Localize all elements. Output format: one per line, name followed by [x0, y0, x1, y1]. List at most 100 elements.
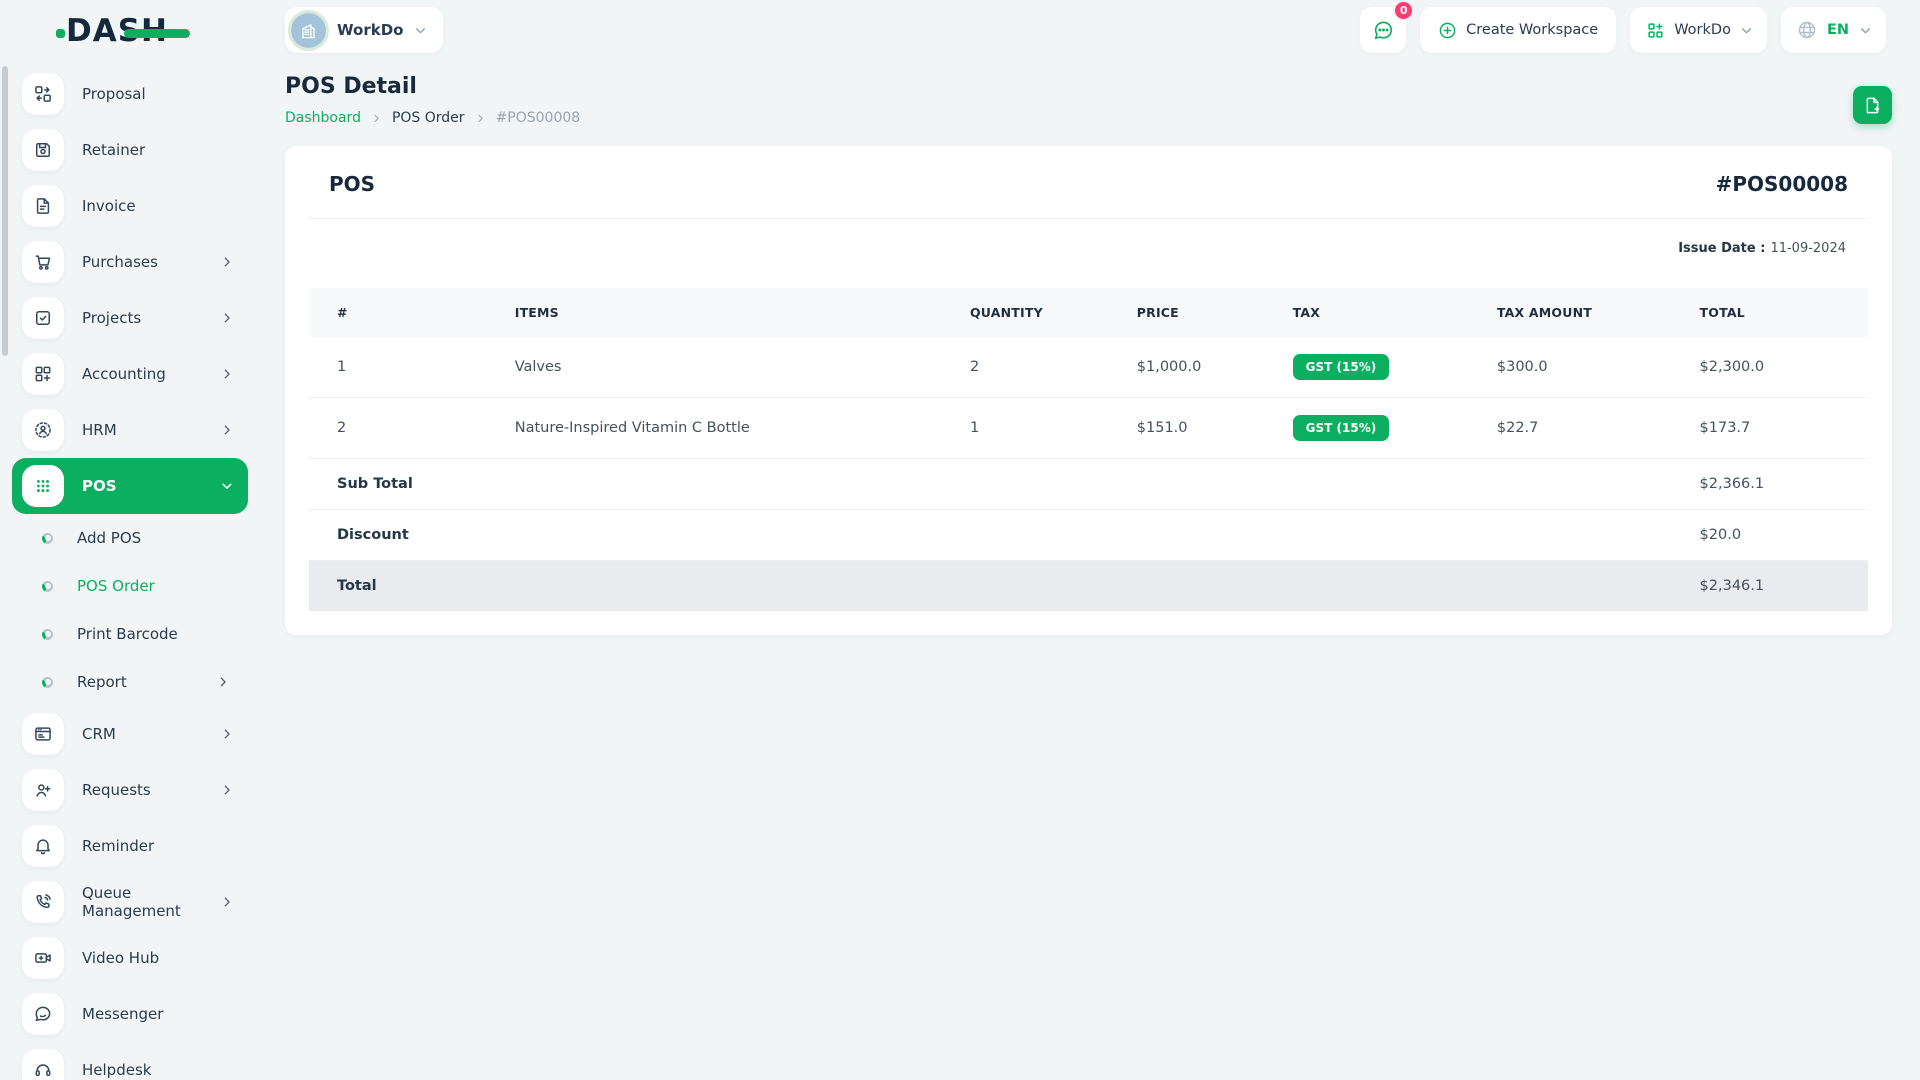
workspace-name: WorkDo [337, 21, 404, 39]
column-header-quantity: QUANTITY [941, 288, 1109, 337]
summary-label: Discount [309, 509, 1672, 561]
duplicate-pos-button[interactable] [1853, 86, 1892, 124]
topbar: WorkDo 0 Create Workspace WorkDo EN [260, 0, 1920, 60]
queue-management-icon [22, 881, 64, 923]
sidebar-item-reminder[interactable]: Reminder [12, 818, 248, 874]
column-header-price: PRICE [1108, 288, 1265, 337]
sidebar-item-label: Invoice [82, 197, 136, 215]
brand-logo[interactable]: DASH [0, 0, 260, 62]
summary-value: $2,366.1 [1671, 458, 1868, 510]
summary-value: $20.0 [1671, 509, 1868, 561]
logo-dash-icon [124, 29, 190, 38]
sidebar-item-label: Retainer [82, 141, 146, 159]
chevron-right-icon [220, 311, 234, 325]
cell-total: $173.7 [1671, 397, 1868, 459]
summary-label: Sub Total [309, 458, 1672, 510]
cell-price: $151.0 [1108, 397, 1265, 459]
sidebar-item-pos-order[interactable]: POS Order [12, 562, 248, 610]
pos-items-table: # ITEMS QUANTITY PRICE TAX TAX AMOUNT TOTAL 1V… [309, 288, 1868, 611]
sidebar-item-projects[interactable]: Projects [12, 290, 248, 346]
sidebar-item-label: POS [82, 477, 117, 495]
chevron-down-icon [220, 479, 234, 493]
chevron-right-icon [220, 895, 234, 909]
accounting-icon [22, 353, 64, 395]
sidebar-item-report[interactable]: Report [12, 658, 248, 706]
bullet-icon [42, 628, 53, 640]
workspace-selector[interactable]: WorkDo [285, 7, 444, 53]
sidebar-item-video-hub[interactable]: Video Hub [12, 930, 248, 986]
sidebar-item-label: Accounting [82, 365, 166, 383]
sidebar-item-label: Add POS [77, 529, 142, 547]
invoice-icon [22, 185, 64, 227]
sidebar-item-print-barcode[interactable]: Print Barcode [12, 610, 248, 658]
sidebar-nav: Proposal Retainer Invoice Purchases Projects… [0, 62, 260, 1080]
cell-tax: GST (15%) [1264, 397, 1469, 459]
pos-icon [22, 465, 64, 507]
sidebar-item-accounting[interactable]: Accounting [12, 346, 248, 402]
sidebar-item-add-pos[interactable]: Add POS [12, 514, 248, 562]
sidebar-item-label: Messenger [82, 1005, 164, 1023]
sidebar-item-retainer[interactable]: Retainer [12, 122, 248, 178]
sidebar-item-label: Queue Management [82, 884, 181, 920]
purchases-icon [22, 241, 64, 283]
requests-icon [22, 769, 64, 811]
page-title: POS Detail [285, 74, 417, 99]
sidebar-item-requests[interactable]: Requests [12, 762, 248, 818]
plus-circle-icon [1439, 22, 1456, 38]
sidebar-item-label: Purchases [82, 253, 158, 271]
reminder-icon [22, 825, 64, 867]
sidebar-item-pos[interactable]: POS [12, 458, 248, 514]
chevron-right-icon [220, 727, 234, 741]
cell-price: $1,000.0 [1108, 337, 1265, 398]
sidebar-item-label: Proposal [82, 85, 146, 103]
issue-date-row: Issue Date : 11-09-2024 [309, 219, 1868, 256]
language-selector[interactable]: EN [1780, 7, 1886, 53]
sidebar-item-helpdesk[interactable]: Helpdesk [12, 1042, 248, 1080]
table-row: 2 Nature-Inspired Vitamin C Bottle 1 $151.0… [309, 397, 1868, 459]
retainer-icon [22, 129, 64, 171]
issue-date-label: Issue Date : [1678, 241, 1766, 256]
sidebar-item-messenger[interactable]: Messenger [12, 986, 248, 1042]
chevron-right-icon [475, 113, 486, 124]
projects-icon [22, 297, 64, 339]
tax-badge: GST (15%) [1292, 354, 1390, 380]
create-workspace-button[interactable]: Create Workspace [1420, 7, 1617, 53]
breadcrumb-pos00008: #POS00008 [495, 110, 581, 126]
chevron-down-icon [416, 27, 426, 33]
sidebar-item-purchases[interactable]: Purchases [12, 234, 248, 290]
sidebar-item-hrm[interactable]: HRM [12, 402, 248, 458]
sidebar-item-queue-management[interactable]: Queue Management [12, 874, 248, 930]
chevron-right-icon [216, 675, 230, 689]
chevron-down-icon [1861, 27, 1870, 33]
sidebar-item-invoice[interactable]: Invoice [12, 178, 248, 234]
issue-date-value: 11-09-2024 [1770, 241, 1846, 256]
workdo-menu-label: WorkDo [1674, 22, 1731, 38]
grid-plus-icon [1648, 22, 1663, 38]
file-plus-icon [1866, 97, 1880, 113]
cell-quantity: 2 [941, 337, 1109, 398]
sidebar-item-label: CRM [82, 725, 116, 743]
cell-quantity: 1 [941, 397, 1109, 459]
workdo-menu-button[interactable]: WorkDo [1630, 7, 1767, 53]
breadcrumb-dashboard[interactable]: Dashboard [285, 110, 361, 126]
summary-label: Total [309, 560, 1672, 611]
tax-badge: GST (15%) [1292, 415, 1390, 441]
sidebar-scrollbar[interactable] [2, 66, 8, 356]
bullet-icon [42, 676, 53, 688]
sidebar-item-crm[interactable]: CRM [12, 706, 248, 762]
bullet-icon [42, 580, 53, 592]
messages-button[interactable]: 0 [1360, 0, 1415, 53]
sidebar-item-label: Helpdesk [82, 1061, 152, 1079]
sidebar-item-label: Video Hub [82, 949, 160, 967]
sidebar-item-proposal[interactable]: Proposal [12, 66, 248, 122]
video-hub-icon [22, 937, 64, 979]
chevron-right-icon [371, 113, 382, 124]
cell-index: 2 [309, 397, 487, 459]
hrm-icon [22, 409, 64, 451]
create-workspace-label: Create Workspace [1466, 22, 1599, 38]
column-header-tax-amount: TAX AMOUNT [1468, 288, 1672, 337]
sidebar-item-label: Projects [82, 309, 142, 327]
topbar-actions: 0 Create Workspace WorkDo EN [1360, 0, 1886, 53]
pos-detail-card: POS #POS00008 Issue Date : 11-09-2024 # I… [285, 146, 1892, 635]
cell-index: 1 [309, 337, 487, 398]
